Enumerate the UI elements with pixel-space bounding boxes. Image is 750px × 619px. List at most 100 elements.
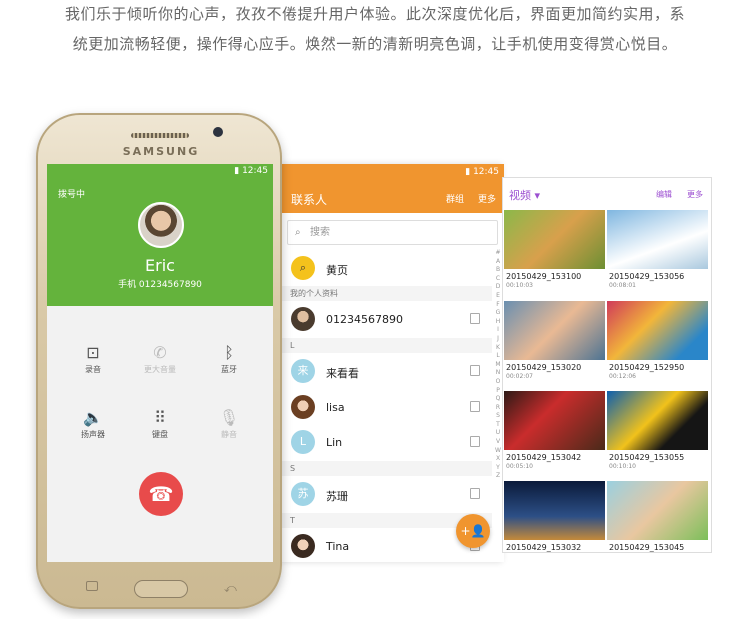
video-duration: 00:05:10: [506, 463, 533, 470]
contact-name: lisa: [326, 401, 345, 414]
video-name: 20150429_153056: [609, 272, 685, 281]
back-icon[interactable]: ⤺: [224, 581, 237, 596]
front-camera: [213, 127, 223, 137]
status-bar: ▮ 12:45: [465, 167, 499, 177]
list-item[interactable]: lisa: [282, 390, 492, 425]
section-header: S: [282, 461, 492, 476]
search-icon: ⌕: [295, 227, 301, 238]
add-person-icon: +👤: [460, 524, 486, 538]
video-duration: 00:02:07: [506, 373, 533, 380]
video-name: 20150429_153045: [609, 543, 685, 552]
video-tile[interactable]: 20150429_153032: [504, 481, 605, 552]
search-input[interactable]: ⌕ 搜索: [287, 220, 498, 245]
keypad-button[interactable]: ⠿ 键盘: [130, 407, 190, 440]
list-item[interactable]: L Lin: [282, 425, 492, 460]
avatar: [138, 202, 184, 248]
videos-screen: 视频 ▾ 编辑 更多 20150429_153100 00:10:03 201504…: [502, 177, 712, 553]
keypad-icon: ⠿: [154, 408, 166, 427]
volume-boost-button[interactable]: ✆ 更大音量: [130, 342, 190, 375]
list-item-yellow-pages[interactable]: ⌕ 黄页: [282, 251, 492, 286]
videos-title[interactable]: 视频 ▾: [509, 187, 540, 203]
section-header: 我的个人资料: [282, 286, 492, 301]
video-name: 20150429_152950: [609, 363, 685, 372]
edit-button[interactable]: 编辑: [656, 189, 672, 200]
phone-volume-icon: ✆: [153, 343, 167, 362]
video-name: 20150429_153100: [506, 272, 582, 281]
video-duration: 00:10:10: [609, 463, 636, 470]
video-name: 20150429_153020: [506, 363, 582, 372]
contacts-screen: ▮ 12:45 联系人 群组 更多 ⌕ 搜索 ⌕ 黄页 我的个人资料 01234…: [282, 164, 504, 562]
mute-mic-icon: 🎙: [218, 408, 240, 427]
contact-card-icon[interactable]: [470, 313, 480, 324]
end-call-button[interactable]: ☎: [139, 472, 183, 516]
speaker-icon: 🔈: [83, 408, 103, 427]
video-name: 20150429_153032: [506, 543, 582, 552]
dropdown-icon: ▾: [534, 189, 541, 202]
video-tile[interactable]: 20150429_153056 00:08:01: [607, 210, 708, 289]
video-thumbnail: [607, 481, 708, 540]
list-item[interactable]: 来 来看看: [282, 354, 492, 389]
contact-card-icon[interactable]: [470, 401, 480, 412]
contacts-header: ▮ 12:45 联系人 群组 更多: [282, 164, 504, 213]
speaker-button[interactable]: 🔈 扬声器: [63, 407, 123, 440]
video-tile[interactable]: 20150429_153045: [607, 481, 708, 552]
avatar: [291, 395, 315, 419]
yellow-pages-icon: ⌕: [291, 256, 315, 280]
video-tile[interactable]: 20150429_153055 00:10:10: [607, 391, 708, 470]
contact-name: Tina: [326, 540, 350, 553]
avatar: 苏: [291, 482, 315, 506]
avatar: [291, 534, 315, 558]
section-header: L: [282, 338, 492, 353]
video-thumbnail: [607, 391, 708, 450]
record-button[interactable]: ⊡ 录音: [63, 342, 123, 375]
status-bar: ▮ 12:45: [234, 166, 268, 176]
contact-name: 黄页: [326, 264, 348, 277]
video-duration: 00:12:06: [609, 373, 636, 380]
mute-button[interactable]: 🎙 静音: [199, 407, 259, 440]
contact-name: 来看看: [326, 367, 359, 380]
bluetooth-icon: ᛒ: [224, 343, 234, 362]
contact-card-icon[interactable]: [470, 436, 480, 447]
video-name: 20150429_153055: [609, 453, 685, 462]
video-tile[interactable]: 20150429_153042 00:05:10: [504, 391, 605, 470]
hang-up-icon: ☎: [148, 482, 174, 506]
contact-name: Lin: [326, 436, 343, 449]
video-tile[interactable]: 20150429_153020 00:02:07: [504, 301, 605, 380]
video-thumbnail: [504, 391, 605, 450]
speaker-grille: [131, 133, 189, 138]
video-thumbnail: [504, 301, 605, 360]
video-tile[interactable]: 20150429_152950 00:12:06: [607, 301, 708, 380]
phone-brand: SAMSUNG: [122, 145, 200, 158]
video-thumbnail: [504, 481, 605, 540]
more-button[interactable]: 更多: [478, 192, 496, 205]
more-button[interactable]: 更多: [687, 189, 703, 200]
add-contact-button[interactable]: +👤: [456, 514, 490, 548]
home-button[interactable]: [134, 580, 188, 598]
caller-name: Eric: [145, 256, 175, 275]
call-status: 拨号中: [58, 190, 86, 200]
video-thumbnail: [504, 210, 605, 269]
intro-line-2: 统更加流畅轻便，操作得心应手。焕然一新的清新明亮色调，让手机使用变得赏心悦目。: [72, 35, 678, 53]
call-header: ▮ 12:45 拨号中 Eric 手机 01234567890: [47, 164, 273, 306]
contact-name: 苏珊: [326, 490, 348, 503]
voicemail-icon: ⊡: [86, 343, 100, 362]
contacts-title: 联系人: [291, 193, 328, 207]
contact-card-icon[interactable]: [470, 488, 480, 499]
call-screen: ▮ 12:45 拨号中 Eric 手机 01234567890 ⊡ 录音 ✆ 更…: [47, 164, 273, 562]
video-duration: 00:08:01: [609, 282, 636, 289]
contact-card-icon[interactable]: [470, 365, 480, 376]
avatar: L: [291, 430, 315, 454]
video-duration: 00:10:03: [506, 282, 533, 289]
recent-apps-icon[interactable]: [86, 581, 98, 591]
video-tile[interactable]: 20150429_153100 00:10:03: [504, 210, 605, 289]
groups-button[interactable]: 群组: [446, 192, 464, 205]
search-placeholder: 搜索: [310, 227, 330, 238]
caller-number: 手机 01234567890: [118, 280, 202, 290]
avatar: 来: [291, 359, 315, 383]
bluetooth-button[interactable]: ᛒ 蓝牙: [199, 342, 259, 375]
list-item-my-profile[interactable]: 01234567890: [282, 302, 492, 337]
video-thumbnail: [607, 210, 708, 269]
video-thumbnail: [607, 301, 708, 360]
list-item[interactable]: 苏 苏珊: [282, 477, 492, 512]
video-name: 20150429_153042: [506, 453, 582, 462]
